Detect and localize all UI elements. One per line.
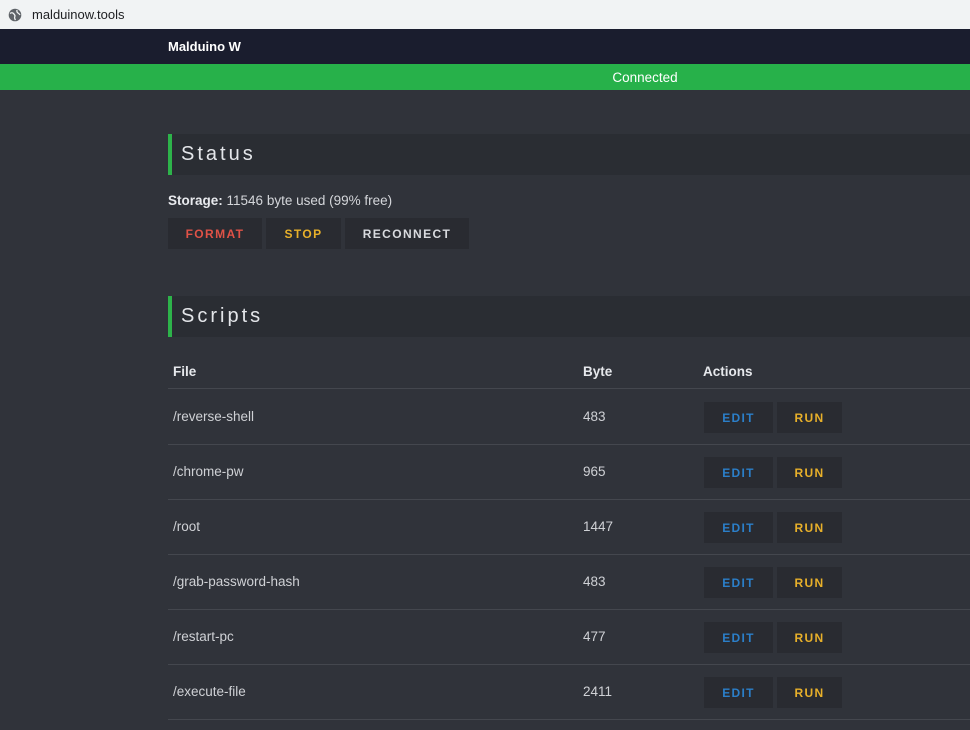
column-header-byte: Byte: [583, 364, 613, 379]
script-byte-size: 483: [583, 409, 606, 424]
script-file-name: /execute-file: [173, 684, 246, 699]
status-section-header: Status: [168, 134, 970, 175]
table-row: /restart-pc 477 EDIT RUN: [168, 610, 970, 665]
column-header-actions: Actions: [703, 364, 753, 379]
table-row: /chrome-pw 965 EDIT RUN: [168, 445, 970, 500]
script-byte-size: 477: [583, 629, 606, 644]
status-heading: Status: [181, 143, 256, 165]
format-button[interactable]: FORMAT: [168, 218, 262, 249]
scripts-heading: Scripts: [181, 305, 264, 327]
script-file-name: /grab-password-hash: [173, 574, 300, 589]
edit-button[interactable]: EDIT: [704, 622, 773, 653]
run-button[interactable]: RUN: [777, 567, 842, 598]
table-row: /execute-file 2411 EDIT RUN: [168, 665, 970, 720]
run-button[interactable]: RUN: [777, 677, 842, 708]
edit-button[interactable]: EDIT: [704, 457, 773, 488]
scripts-table-header: File Byte Actions: [168, 355, 970, 389]
script-byte-size: 965: [583, 464, 606, 479]
script-byte-size: 483: [583, 574, 606, 589]
connection-status-text: Connected: [612, 69, 678, 85]
storage-info: Storage: 11546 byte used (99% free): [168, 193, 392, 208]
storage-label: Storage:: [168, 193, 223, 208]
globe-icon: [8, 8, 22, 21]
script-file-name: /restart-pc: [173, 629, 234, 644]
edit-button[interactable]: EDIT: [704, 677, 773, 708]
stop-button[interactable]: STOP: [266, 218, 341, 249]
connection-status-bar: Connected: [0, 64, 970, 90]
script-byte-size: 2411: [583, 684, 613, 699]
address-url[interactable]: malduinow.tools: [32, 7, 125, 22]
brand-title[interactable]: Malduino W: [168, 39, 241, 54]
script-file-name: /chrome-pw: [173, 464, 244, 479]
script-file-name: /reverse-shell: [173, 409, 255, 424]
top-navbar: Malduino W: [0, 29, 970, 64]
column-header-file: File: [173, 364, 197, 379]
table-row: /root 1447 EDIT RUN: [168, 500, 970, 555]
browser-address-bar[interactable]: malduinow.tools: [0, 0, 970, 29]
edit-button[interactable]: EDIT: [704, 402, 773, 433]
scripts-section-header: Scripts: [168, 296, 970, 337]
script-file-name: /root: [173, 519, 201, 534]
table-row: /reverse-shell 483 EDIT RUN: [168, 390, 970, 445]
run-button[interactable]: RUN: [777, 457, 842, 488]
reconnect-button[interactable]: RECONNECT: [345, 218, 469, 249]
edit-button[interactable]: EDIT: [704, 512, 773, 543]
storage-value: 11546 byte used (99% free): [226, 193, 393, 208]
run-button[interactable]: RUN: [777, 512, 842, 543]
run-button[interactable]: RUN: [777, 622, 842, 653]
edit-button[interactable]: EDIT: [704, 567, 773, 598]
run-button[interactable]: RUN: [777, 402, 842, 433]
table-row: /grab-password-hash 483 EDIT RUN: [168, 555, 970, 610]
script-byte-size: 1447: [583, 519, 614, 534]
